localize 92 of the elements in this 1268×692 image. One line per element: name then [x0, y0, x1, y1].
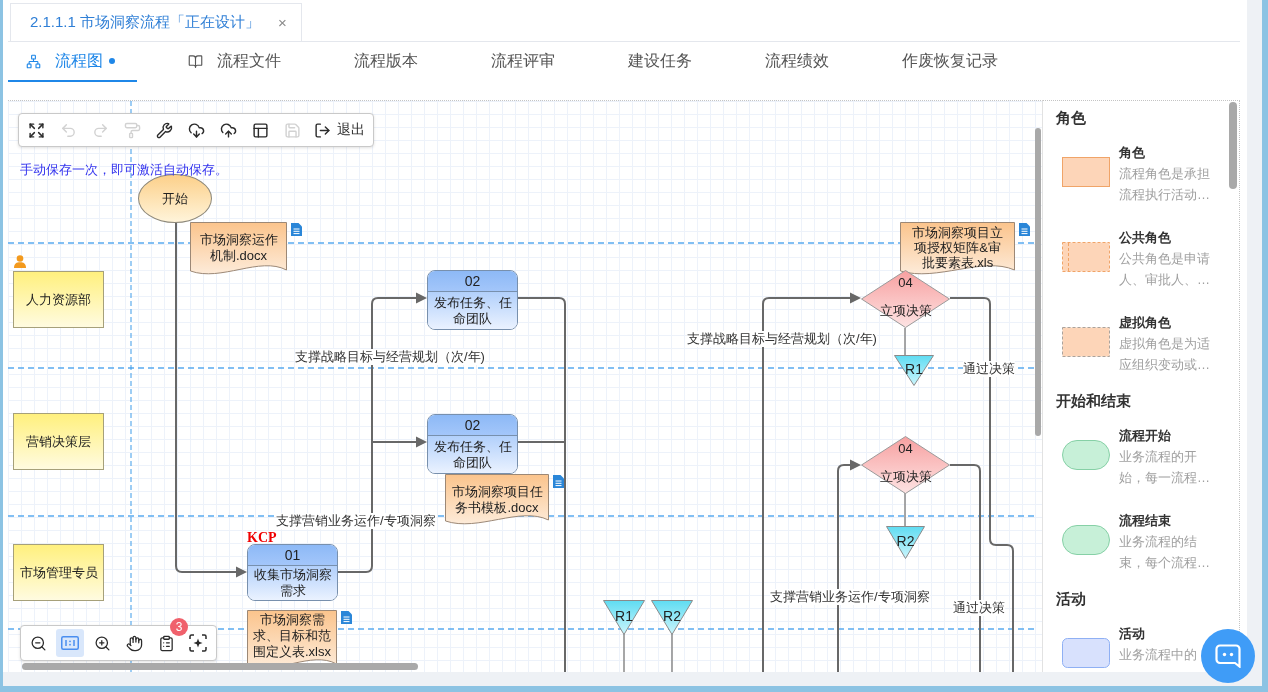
activity-label: 发布任务、任命团队 — [428, 292, 517, 329]
connector-line — [623, 633, 625, 672]
legend-item-title: 角色 — [1119, 144, 1146, 162]
legend-item-title: 虚拟角色 — [1119, 314, 1172, 332]
kcp-tag: KCP — [247, 530, 277, 545]
dashed-rectangle-swatch-icon — [1062, 327, 1110, 357]
nav-tab[interactable]: 流程图 — [8, 42, 137, 82]
split-rectangle-swatch-icon — [1062, 242, 1110, 272]
pill-swatch-icon — [1062, 440, 1110, 470]
legend-item[interactable]: 公共角色 公共角色是申请人、审批人、… — [1062, 227, 1215, 290]
paint-roller-icon — [123, 121, 141, 139]
edge-label: 支撑营销业务运作/专项洞察 — [276, 513, 436, 529]
activity-label: 收集市场洞察需求 — [248, 566, 337, 600]
document-icon — [553, 475, 564, 488]
legend-item[interactable]: 流程结束 业务流程的结束，每个流程… — [1062, 510, 1215, 573]
edge-label: 通过决策 — [963, 361, 1015, 377]
legend-item[interactable]: 角色 流程角色是承担流程执行活动… — [1062, 142, 1215, 205]
reference-node: R1 — [894, 355, 934, 386]
lane-role: 营销决策层 — [13, 413, 104, 470]
connector-line — [671, 633, 673, 672]
nav-tab[interactable]: 流程版本 — [336, 42, 440, 82]
clipboard-icon — [157, 634, 175, 652]
fullscreen-icon — [27, 121, 45, 139]
legend-item-title: 公共角色 — [1119, 229, 1172, 247]
wrench-icon — [155, 121, 173, 139]
legend-item-title: 流程结束 — [1119, 512, 1172, 530]
legend-item-description: 虚拟角色是为适应组织变动或… — [1119, 335, 1211, 374]
nav-tab[interactable]: 作废恢复记录 — [884, 42, 1020, 82]
scrollbar-thumb[interactable] — [1229, 102, 1237, 189]
cloud-download-icon — [187, 121, 205, 139]
network-icon — [26, 53, 41, 69]
document-icon — [341, 611, 352, 624]
document-icon — [291, 223, 302, 236]
legend-item-title: 流程开始 — [1119, 427, 1172, 445]
document-icon — [1019, 223, 1030, 236]
decision-number: 04 — [898, 275, 913, 291]
reference-node: R2 — [651, 600, 693, 635]
connector-line — [904, 492, 906, 527]
decision-number: 04 — [898, 441, 913, 457]
rounded-rectangle-swatch-icon — [1062, 638, 1110, 668]
book-icon — [188, 53, 203, 69]
cloud-upload-icon — [219, 121, 237, 139]
logout-icon — [314, 121, 331, 139]
legend-item-description: 公共角色是申请人、审批人、… — [1119, 250, 1211, 289]
nav-tab[interactable]: 流程绩效 — [747, 42, 851, 82]
zoom-out-icon — [29, 634, 47, 652]
reference-node: R1 — [603, 600, 645, 635]
document-tab[interactable]: 2.1.1.1 市场洞察流程「正在设计」 × — [10, 3, 302, 41]
activity-label: 发布任务、任命团队 — [428, 436, 517, 473]
legend-item-description: 业务流程的结束，每个流程… — [1119, 533, 1211, 572]
close-button[interactable]: × — [278, 15, 287, 30]
hand-icon — [125, 634, 143, 652]
nav-tab[interactable]: 流程评审 — [473, 42, 577, 82]
sparkle-frame-icon — [189, 634, 207, 652]
legend-item-description: 业务流程中的 — [1119, 646, 1197, 664]
activity-number: 02 — [428, 271, 517, 292]
undo-icon — [59, 121, 77, 139]
legend-section-title: 开始和结束 — [1056, 391, 1131, 411]
chat-button[interactable] — [1201, 629, 1255, 683]
scrollbar-thumb[interactable] — [22, 663, 418, 670]
reference-node: R2 — [886, 526, 925, 559]
nav-tab[interactable]: 流程文件 — [170, 42, 303, 82]
activity-number: 02 — [428, 415, 517, 436]
zoom-in-icon — [93, 634, 111, 652]
scrollbar-thumb[interactable] — [1035, 128, 1041, 436]
decision-label: 立项决策 — [879, 303, 932, 319]
chat-icon — [1215, 644, 1241, 668]
actual-size-icon — [61, 636, 79, 650]
decision-label: 立项决策 — [879, 469, 932, 485]
legend-item-description: 流程角色是承担流程执行活动… — [1119, 165, 1211, 204]
rectangle-swatch-icon — [1062, 157, 1110, 187]
lane-role: 人力资源部 — [13, 271, 104, 328]
edge-label: 支撑战略目标与经营规划（次/年) — [295, 349, 485, 365]
layout-icon — [251, 121, 269, 139]
legend-section-title: 角色 — [1056, 108, 1086, 128]
pill-swatch-icon — [1062, 525, 1110, 555]
redo-icon — [91, 121, 109, 139]
legend-section-title: 活动 — [1056, 589, 1086, 609]
exit-button[interactable]: 退出 — [310, 116, 369, 144]
connector-line — [904, 327, 906, 356]
save-icon — [283, 121, 301, 139]
save-hint: 手动保存一次，即可激活自动保存。 — [20, 162, 228, 177]
count-badge: 3 — [170, 618, 188, 636]
nav-tab[interactable]: 建设任务 — [610, 42, 714, 82]
legend-item[interactable]: 活动 业务流程中的 — [1062, 623, 1197, 668]
edge-label: 支撑战略目标与经营规划（次/年) — [687, 331, 877, 347]
edge-label: 通过决策 — [953, 600, 1005, 616]
legend-item[interactable]: 虚拟角色 虚拟角色是为适应组织变动或… — [1062, 312, 1215, 375]
lane-role: 市场管理专员 — [13, 544, 104, 601]
legend-item-title: 活动 — [1119, 625, 1146, 643]
edge-label: 支撑营销业务运作/专项洞察 — [770, 589, 930, 605]
activity-number: 01 — [248, 545, 337, 566]
